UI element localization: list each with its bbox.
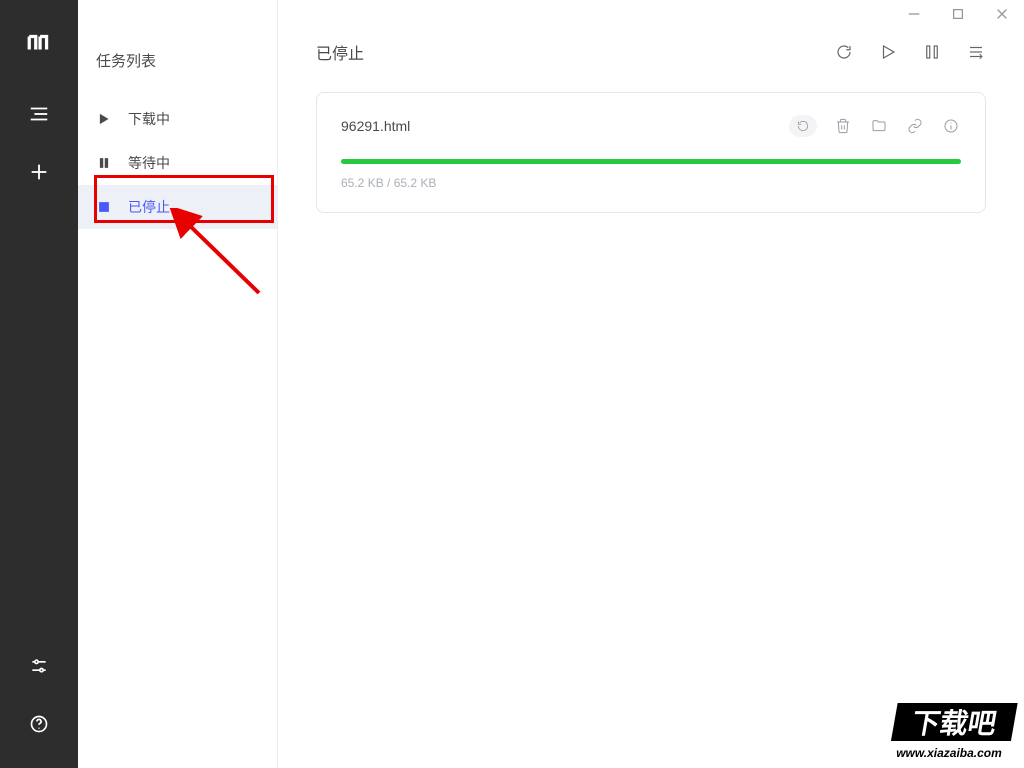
stop-icon: [96, 199, 112, 215]
sidebar-item-downloading[interactable]: 下载中: [78, 97, 277, 141]
link-button[interactable]: [905, 116, 925, 136]
page-title: 已停止: [316, 40, 364, 64]
task-card[interactable]: 96291.html: [316, 92, 986, 213]
info-button[interactable]: [941, 116, 961, 136]
delete-button[interactable]: [833, 116, 853, 136]
list-settings-button[interactable]: [966, 42, 986, 62]
maximize-button[interactable]: [950, 6, 966, 22]
help-button[interactable]: [19, 704, 59, 744]
toolbar: [834, 42, 986, 62]
close-button[interactable]: [994, 6, 1010, 22]
minimize-button[interactable]: [906, 6, 922, 22]
watermark-url: www.xiazaiba.com: [896, 746, 1002, 760]
retry-button[interactable]: [789, 115, 817, 137]
main-panel: 已停止 96291.html: [278, 0, 1024, 768]
app-logo-icon: [24, 28, 54, 58]
watermark-cn: 下载吧: [909, 707, 999, 739]
add-button[interactable]: [19, 152, 59, 192]
play-icon: [96, 111, 112, 127]
watermark: 下载吧 www.xiazaiba.com: [874, 701, 1024, 768]
sidebar: 任务列表 下载中 等待中 已停止: [78, 0, 278, 768]
resume-button[interactable]: [878, 42, 898, 62]
refresh-button[interactable]: [834, 42, 854, 62]
pause-button[interactable]: [922, 42, 942, 62]
task-filename: 96291.html: [341, 118, 410, 134]
sidebar-item-label: 下载中: [128, 109, 170, 129]
nav-rail: [0, 0, 78, 768]
task-actions: [789, 115, 961, 137]
window-controls: [906, 6, 1010, 22]
pause-icon: [96, 155, 112, 171]
sidebar-title: 任务列表: [78, 28, 277, 97]
sidebar-item-label: 已停止: [128, 197, 170, 217]
sidebar-item-stopped[interactable]: 已停止: [78, 185, 277, 229]
sidebar-item-waiting[interactable]: 等待中: [78, 141, 277, 185]
progress-bar: [341, 159, 961, 164]
menu-button[interactable]: [19, 94, 59, 134]
sidebar-item-label: 等待中: [128, 153, 170, 173]
task-size: 65.2 KB / 65.2 KB: [341, 176, 961, 190]
folder-button[interactable]: [869, 116, 889, 136]
settings-button[interactable]: [19, 646, 59, 686]
